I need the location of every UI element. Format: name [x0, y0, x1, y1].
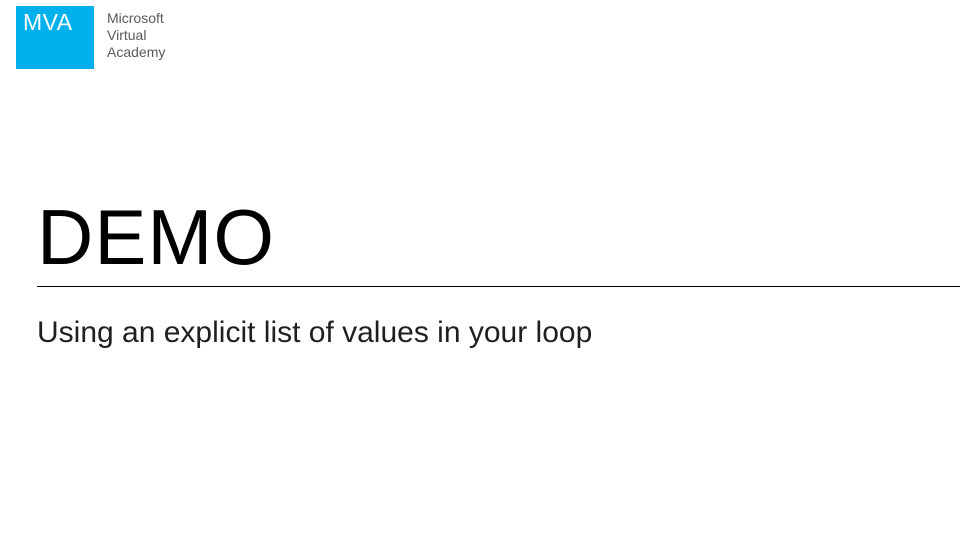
- slide-title: DEMO: [37, 198, 960, 280]
- brand-full-name: Microsoft Virtual Academy: [107, 6, 165, 61]
- slide-subtitle: Using an explicit list of values in your…: [37, 316, 592, 350]
- title-block: DEMO: [37, 198, 960, 287]
- brand-line-1: Microsoft: [107, 10, 165, 27]
- brand-tile-text: MVA: [23, 11, 73, 34]
- brand-tile: MVA: [16, 6, 94, 69]
- brand-line-2: Virtual: [107, 27, 165, 44]
- brand-line-3: Academy: [107, 44, 165, 61]
- brand-logo: MVA Microsoft Virtual Academy: [16, 6, 165, 69]
- title-underline: [37, 286, 960, 287]
